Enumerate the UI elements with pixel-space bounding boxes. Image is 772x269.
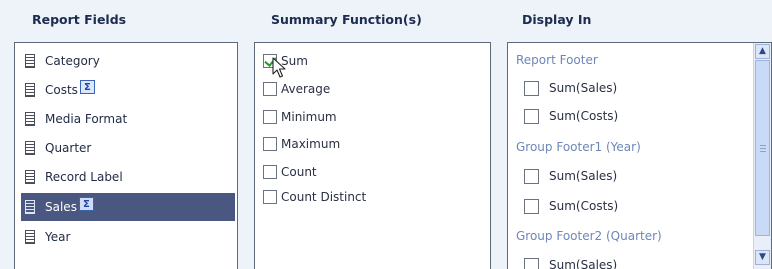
field-label: Media Format xyxy=(45,112,128,126)
field-item-quarter[interactable]: Quarter xyxy=(21,135,235,161)
summary-option-maximum[interactable]: Maximum xyxy=(263,134,340,154)
field-icon xyxy=(25,200,35,214)
count-checkbox[interactable] xyxy=(263,165,277,179)
display-option-label: Sum(Costs) xyxy=(549,109,619,123)
field-item-sales[interactable]: Sales Σ xyxy=(21,193,235,221)
group-label-group-footer2: Group Footer2 (Quarter) xyxy=(516,229,662,243)
summary-functions-panel: Sum Average Minimum Maximum Count Count … xyxy=(254,42,491,269)
group-label-report-footer: Report Footer xyxy=(516,53,598,67)
field-label: Costs xyxy=(45,83,78,97)
display-option-group-footer1-sum-costs[interactable]: Sum(Costs) xyxy=(524,196,618,216)
scroll-down-icon[interactable]: ▼ xyxy=(755,250,770,265)
field-label: Quarter xyxy=(45,141,92,155)
field-icon xyxy=(25,83,35,97)
report-fields-list[interactable]: Category Costs Σ Media Format Quarter Re… xyxy=(14,42,238,269)
header-display-in: Display In xyxy=(522,12,592,27)
field-icon xyxy=(25,170,35,184)
vertical-scrollbar[interactable]: ▲ ▼ xyxy=(753,43,771,269)
maximum-checkbox[interactable] xyxy=(263,137,277,151)
field-label: Sales xyxy=(45,200,77,214)
display-in-list: Report Footer Sum(Sales) Sum(Costs) Grou… xyxy=(507,42,772,269)
display-checkbox[interactable] xyxy=(524,257,539,269)
display-option-label: Sum(Sales) xyxy=(549,81,618,95)
summary-option-count[interactable]: Count xyxy=(263,162,317,182)
summary-option-label: Minimum xyxy=(281,110,337,124)
count-distinct-checkbox[interactable] xyxy=(263,190,277,204)
display-checkbox[interactable] xyxy=(524,108,539,124)
summary-option-average[interactable]: Average xyxy=(263,79,330,99)
field-icon xyxy=(25,230,35,244)
grip-line xyxy=(760,148,766,149)
field-item-media-format[interactable]: Media Format xyxy=(21,106,235,132)
scroll-thumb[interactable] xyxy=(755,60,770,236)
minimum-checkbox[interactable] xyxy=(263,110,277,124)
sigma-icon: Σ xyxy=(78,197,94,211)
field-icon xyxy=(25,54,35,68)
field-item-costs[interactable]: Costs Σ xyxy=(21,77,235,103)
mouse-pointer-icon xyxy=(272,57,286,78)
summary-option-label: Maximum xyxy=(281,137,341,151)
display-option-label: Sum(Sales) xyxy=(549,169,618,183)
summary-option-label: Average xyxy=(281,82,331,96)
summary-option-count-distinct[interactable]: Count Distinct xyxy=(263,187,366,207)
summary-option-label: Count xyxy=(281,165,317,179)
grip-line xyxy=(760,151,766,152)
display-checkbox[interactable] xyxy=(524,198,539,214)
field-label: Category xyxy=(45,54,100,68)
field-item-year[interactable]: Year xyxy=(21,224,235,250)
average-checkbox[interactable] xyxy=(263,82,277,96)
scroll-up-icon[interactable]: ▲ xyxy=(755,44,770,59)
header-summary-functions: Summary Function(s) xyxy=(271,12,422,27)
display-option-label: Sum(Costs) xyxy=(549,199,619,213)
field-item-record-label[interactable]: Record Label xyxy=(21,164,235,190)
field-icon xyxy=(25,112,35,126)
header-report-fields: Report Fields xyxy=(32,12,127,27)
display-option-report-footer-sum-sales[interactable]: Sum(Sales) xyxy=(524,78,617,98)
display-option-group-footer1-sum-sales[interactable]: Sum(Sales) xyxy=(524,166,617,186)
field-icon xyxy=(25,141,35,155)
grip-line xyxy=(760,145,766,146)
summary-option-minimum[interactable]: Minimum xyxy=(263,107,337,127)
field-item-category[interactable]: Category xyxy=(21,48,235,74)
display-checkbox[interactable] xyxy=(524,168,539,184)
display-option-group-footer2-sum-sales[interactable]: Sum(Sales) xyxy=(524,255,617,269)
summary-option-label: Count Distinct xyxy=(281,190,367,204)
display-option-label: Sum(Sales) xyxy=(549,258,618,269)
field-label: Year xyxy=(45,230,71,244)
display-option-report-footer-sum-costs[interactable]: Sum(Costs) xyxy=(524,106,618,126)
field-label: Record Label xyxy=(45,170,123,184)
display-checkbox[interactable] xyxy=(524,80,539,96)
sigma-icon: Σ xyxy=(79,80,95,94)
group-label-group-footer1: Group Footer1 (Year) xyxy=(516,140,641,154)
